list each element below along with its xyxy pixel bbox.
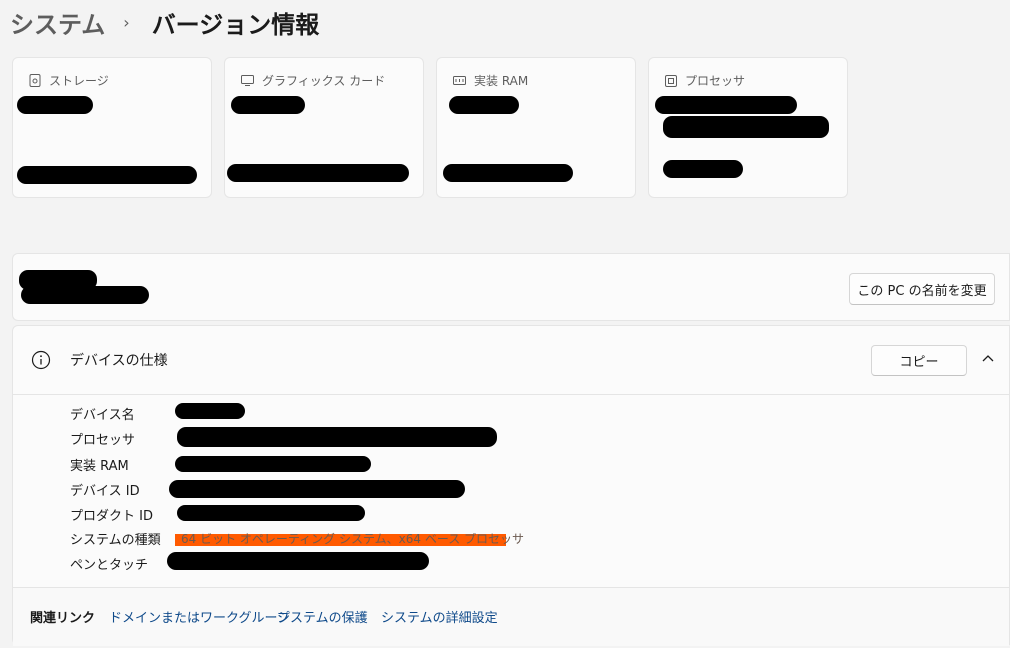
system-type-value: 64 ビット オペレーティング システム、x64 ベース プロセッサ (181, 532, 525, 546)
graphics-card-card: グラフィックス カード (224, 57, 424, 198)
redacted-value (449, 96, 519, 114)
spec-label-processor: プロセッサ (70, 433, 136, 448)
link-advanced-system-settings[interactable]: システムの詳細設定 (381, 607, 498, 626)
graphics-card-icon (241, 75, 254, 86)
copy-button[interactable]: コピー (871, 345, 967, 376)
processor-card: プロセッサ (648, 57, 848, 198)
info-icon (31, 350, 51, 370)
spec-label-ram: 実装 RAM (70, 459, 129, 474)
ram-icon (453, 76, 466, 85)
page-title: バージョン情報 (151, 10, 320, 39)
link-domain-workgroup[interactable]: ドメインまたはワークグループ (109, 607, 290, 626)
redacted-value (175, 456, 371, 472)
redacted-value (17, 96, 93, 114)
redacted-value (227, 164, 409, 182)
redacted-value (231, 96, 305, 114)
device-specs-header[interactable]: デバイスの仕様 コピー (13, 326, 1009, 395)
ram-card: 実装 RAM (436, 57, 636, 198)
storage-card: ストレージ (12, 57, 212, 198)
redacted-value (17, 166, 197, 184)
processor-card-title: プロセッサ (665, 72, 745, 89)
processor-icon (665, 74, 677, 87)
chevron-up-icon[interactable] (981, 353, 995, 363)
spec-label-device-name: デバイス名 (70, 408, 135, 423)
spec-label-device-id: デバイス ID (70, 484, 140, 499)
ram-card-title: 実装 RAM (453, 72, 528, 89)
redacted-value (655, 96, 797, 114)
breadcrumb-parent-system[interactable]: システム (10, 5, 105, 40)
redacted-value (177, 505, 365, 521)
rename-pc-button[interactable]: この PC の名前を変更 (849, 273, 995, 305)
redacted-device-name (21, 286, 149, 304)
breadcrumb-separator-icon: › (123, 12, 130, 32)
device-name-bar: この PC の名前を変更 (12, 253, 1010, 321)
redacted-value (663, 160, 743, 178)
redacted-value (177, 427, 497, 447)
spec-label-product-id: プロダクト ID (70, 509, 153, 524)
redacted-value (169, 480, 465, 498)
redacted-value (663, 116, 829, 138)
storage-card-title: ストレージ (29, 72, 109, 89)
related-links: 関連リンク ドメインまたはワークグループ システムの保護 システムの詳細設定 (13, 587, 1009, 646)
device-specs-panel: デバイスの仕様 コピー デバイス名 プロセッサ 実装 RAM デバイス ID プ… (12, 325, 1010, 646)
spec-label-pen-touch: ペンとタッチ (70, 558, 149, 573)
redacted-value (443, 164, 573, 182)
spec-label-system-type: システムの種類 (70, 533, 161, 548)
link-system-protection[interactable]: システムの保護 (277, 607, 368, 626)
redacted-value (175, 403, 245, 419)
device-specs-title: デバイスの仕様 (70, 353, 168, 369)
redacted-value (167, 552, 429, 570)
graphics-card-title: グラフィックス カード (241, 72, 385, 89)
related-links-label: 関連リンク (30, 611, 96, 626)
storage-icon (29, 74, 41, 87)
breadcrumb: システム › バージョン情報 (10, 2, 319, 42)
